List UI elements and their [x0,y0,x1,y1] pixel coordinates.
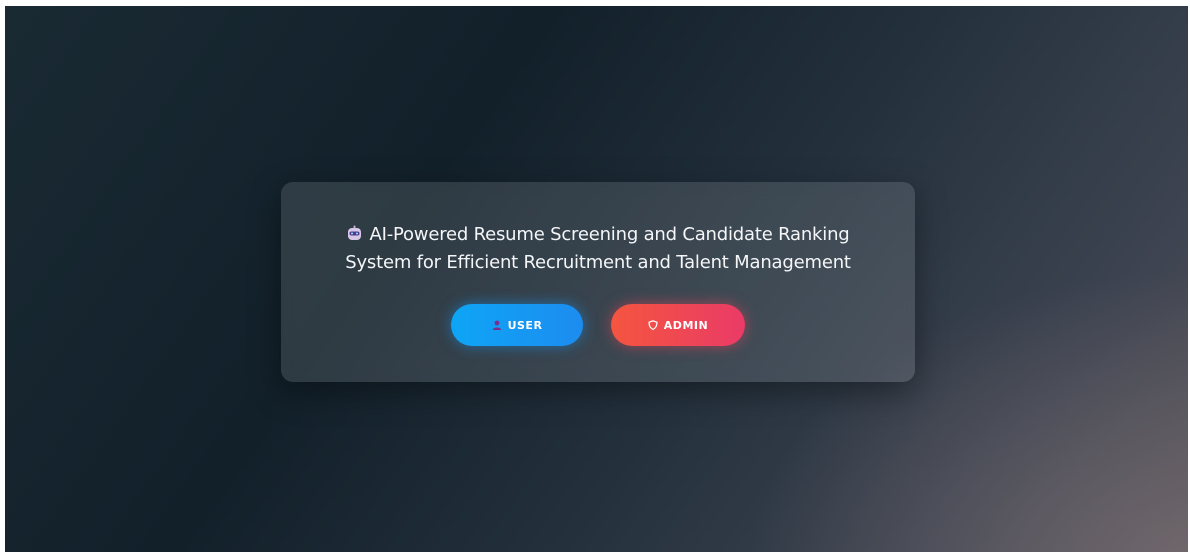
shield-icon [648,320,658,331]
login-role-card: AI-Powered Resume Screening and Candidat… [281,182,915,382]
title-line-2: System for Efficient Recruitment and Tal… [345,252,851,273]
user-button[interactable]: USER [451,304,583,346]
title-line-1: AI-Powered Resume Screening and Candidat… [369,224,850,245]
admin-button[interactable]: ADMIN [611,304,745,346]
app-background: AI-Powered Resume Screening and Candidat… [5,6,1188,552]
person-icon [492,320,502,330]
page-title: AI-Powered Resume Screening and Candidat… [281,221,915,277]
robot-icon [346,223,363,240]
admin-button-label: ADMIN [663,318,709,332]
user-button-label: USER [507,318,543,332]
